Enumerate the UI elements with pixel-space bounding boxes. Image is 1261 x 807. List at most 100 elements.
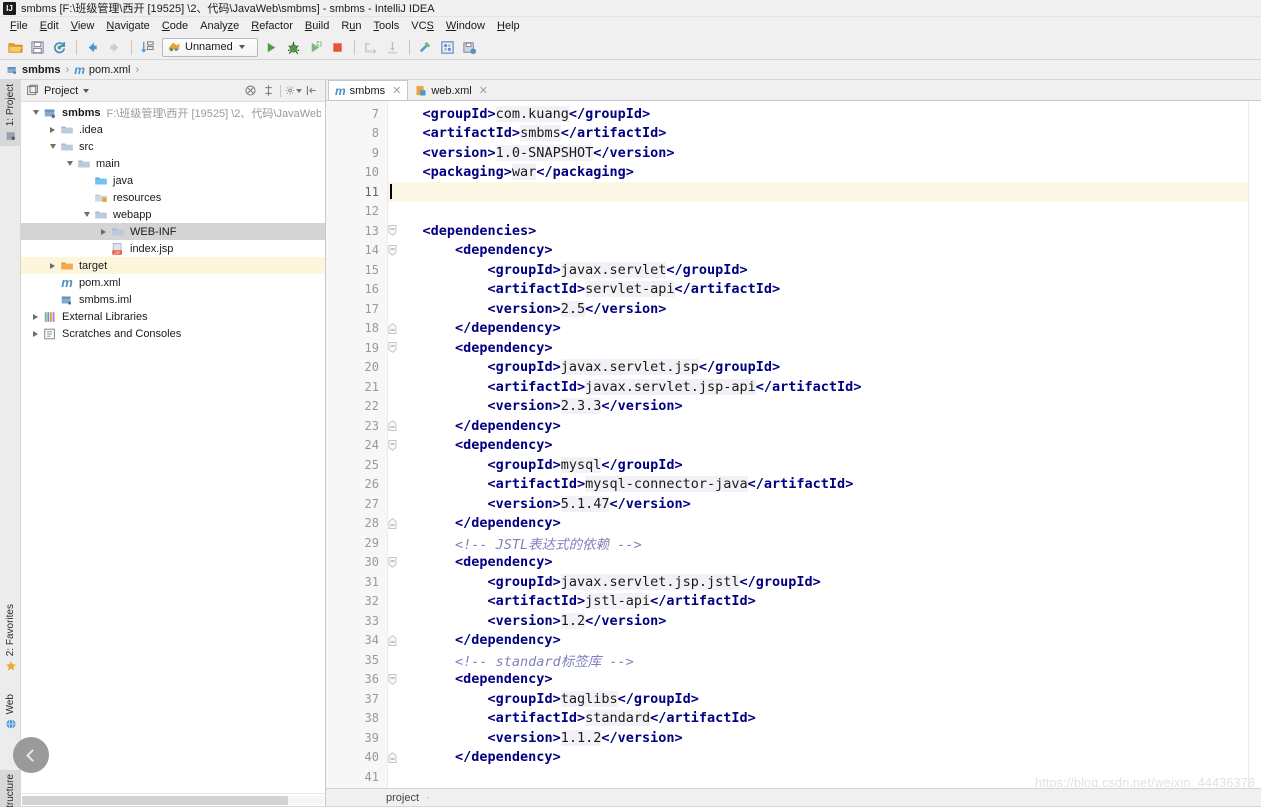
code-line[interactable]: <artifactId> smbms </artifactId> [388, 124, 1248, 144]
code-line[interactable]: <version> 2.3.3 </version> [388, 397, 1248, 417]
code-line[interactable]: <artifactId> mysql-connector-java </artifa… [388, 475, 1248, 495]
tree-node-web-inf[interactable]: WEB-INF [21, 223, 325, 240]
chevron-right-icon[interactable] [46, 121, 59, 138]
gutter-line-number[interactable]: 33 [326, 611, 387, 631]
code-line[interactable]: </dependency> [388, 416, 1248, 436]
menu-vcs[interactable]: VCS [405, 19, 440, 33]
open-folder-icon[interactable] [5, 37, 25, 57]
menu-navigate[interactable]: Navigate [100, 19, 155, 33]
hscrollbar-thumb[interactable] [22, 795, 288, 805]
run-coverage-icon[interactable] [305, 37, 325, 57]
code-line[interactable]: <dependency> [388, 553, 1248, 573]
project-view-chevron-down-icon[interactable] [83, 88, 90, 93]
code-line[interactable]: <dependency> [388, 241, 1248, 261]
project-tree-hscrollbar[interactable] [21, 793, 325, 806]
run-icon[interactable] [261, 37, 281, 57]
app-settings-icon[interactable] [437, 37, 457, 57]
gutter-line-number[interactable]: 20 [326, 358, 387, 378]
breadcrumb-module[interactable]: smbms [6, 64, 61, 76]
code-line[interactable]: <version> 2.5 </version> [388, 299, 1248, 319]
gutter-line-number[interactable]: 41 [326, 767, 387, 787]
code-line[interactable]: </dependency> [388, 319, 1248, 339]
gutter-line-number[interactable]: 38 [326, 709, 387, 729]
code-line[interactable]: </dependency> [388, 514, 1248, 534]
gutter-line-number[interactable]: 26 [326, 475, 387, 495]
sidebar-item-project[interactable]: 1: Project [0, 80, 21, 147]
code-line[interactable]: <artifactId> servlet-api </artifactId> [388, 280, 1248, 300]
sidebar-item-web[interactable]: Web [0, 690, 21, 734]
code-line[interactable]: <version> 1.1.2 </version> [388, 728, 1248, 748]
tree-node-webapp[interactable]: webapp [21, 206, 325, 223]
menu-refactor[interactable]: Refactor [245, 19, 299, 33]
code-line[interactable]: <artifactId> jstl-api </artifactId> [388, 592, 1248, 612]
tree-node-scratches-and-consoles[interactable]: Scratches and Consoles [21, 325, 325, 342]
code-line[interactable]: <groupId> javax.servlet.jsp </groupId> [388, 358, 1248, 378]
code-line[interactable]: <groupId> mysql </groupId> [388, 455, 1248, 475]
code-line[interactable]: </dependency> [388, 631, 1248, 651]
stop-icon[interactable] [327, 37, 347, 57]
menu-help[interactable]: Help [491, 19, 526, 33]
step-into-icon[interactable] [382, 37, 402, 57]
build-project-icon[interactable] [415, 37, 435, 57]
code-line[interactable]: <!-- JSTL表达式的依赖 --> [388, 533, 1248, 553]
gutter-line-number[interactable]: 9 [326, 143, 387, 163]
editor-text[interactable]: <groupId> com.kuang </groupId> <artifactId… [388, 101, 1248, 788]
gutter-line-number[interactable]: 8 [326, 124, 387, 144]
debug-icon[interactable] [283, 37, 303, 57]
chevron-down-icon[interactable] [80, 206, 93, 223]
sidebar-item-favorites[interactable]: 2: Favorites [0, 600, 21, 676]
tree-node--idea[interactable]: .idea [21, 121, 325, 138]
chevron-right-icon[interactable] [29, 308, 42, 325]
close-icon[interactable]: ✕ [392, 84, 401, 97]
gutter-line-number[interactable]: 40 [326, 748, 397, 768]
editor-tab-webxml[interactable]: web.xml ✕ [408, 80, 495, 100]
gutter-line-number[interactable]: 24 [326, 436, 397, 456]
tree-node-pom-xml[interactable]: m pom.xml [21, 274, 325, 291]
code-line[interactable]: <artifactId> javax.servlet.jsp-api </artif… [388, 377, 1248, 397]
gutter-line-number[interactable]: 27 [326, 494, 387, 514]
gutter-line-number[interactable]: 36 [326, 670, 397, 690]
bottom-breadcrumb-label[interactable]: project [386, 792, 419, 804]
save-settings-icon[interactable] [459, 37, 479, 57]
gutter-line-number[interactable]: 11 [326, 182, 387, 202]
code-line[interactable] [388, 182, 1248, 202]
gutter-line-number[interactable]: 39 [326, 728, 387, 748]
gutter-line-number[interactable]: 7 [326, 104, 387, 124]
chevron-down-icon[interactable] [29, 104, 42, 121]
project-tree[interactable]: smbms F:\班级管理\西开 [19525] \2、代码\JavaWeb\sm… [21, 102, 325, 793]
code-line[interactable]: <groupId> com.kuang </groupId> [388, 104, 1248, 124]
menu-window[interactable]: Window [440, 19, 491, 33]
step-over-icon[interactable] [360, 37, 380, 57]
gutter-line-number[interactable]: 23 [326, 416, 397, 436]
menu-analyze[interactable]: Analyze [194, 19, 245, 33]
gutter-line-number[interactable]: 16 [326, 280, 387, 300]
chevron-down-icon[interactable] [46, 138, 59, 155]
editor-tab-smbms[interactable]: m smbms ✕ [328, 80, 409, 100]
chevron-down-icon[interactable] [63, 155, 76, 172]
gutter-line-number[interactable]: 17 [326, 299, 387, 319]
tree-node-target[interactable]: target [21, 257, 325, 274]
code-line[interactable]: <!-- standard标签库 --> [388, 650, 1248, 670]
gutter-line-number[interactable]: 42 [326, 787, 387, 789]
menu-tools[interactable]: Tools [368, 19, 406, 33]
tree-node-java[interactable]: java [21, 172, 325, 189]
gutter-line-number[interactable]: 35 [326, 650, 387, 670]
run-configuration-selector[interactable]: Unnamed [162, 37, 258, 57]
gutter-line-number[interactable]: 19 [326, 338, 397, 358]
sort-numeric-icon[interactable] [137, 37, 157, 57]
gutter-line-number[interactable]: 34 [326, 631, 397, 651]
scroll-from-source-icon[interactable] [260, 82, 277, 99]
menu-file[interactable]: File [4, 19, 34, 33]
code-line[interactable]: <artifactId> standard </artifactId> [388, 709, 1248, 729]
gutter-line-number[interactable]: 14 [326, 241, 397, 261]
hide-panel-icon[interactable] [303, 82, 320, 99]
gutter-line-number[interactable]: 31 [326, 572, 387, 592]
gutter-line-number[interactable]: 13 [326, 221, 397, 241]
gutter-line-number[interactable]: 12 [326, 202, 387, 222]
menu-code[interactable]: Code [156, 19, 194, 33]
gutter-line-number[interactable]: 15 [326, 260, 387, 280]
chevron-right-icon[interactable] [46, 257, 59, 274]
forward-arrow-icon[interactable] [104, 37, 124, 57]
gutter-line-number[interactable]: 18 [326, 319, 397, 339]
gutter-line-number[interactable]: 37 [326, 689, 387, 709]
